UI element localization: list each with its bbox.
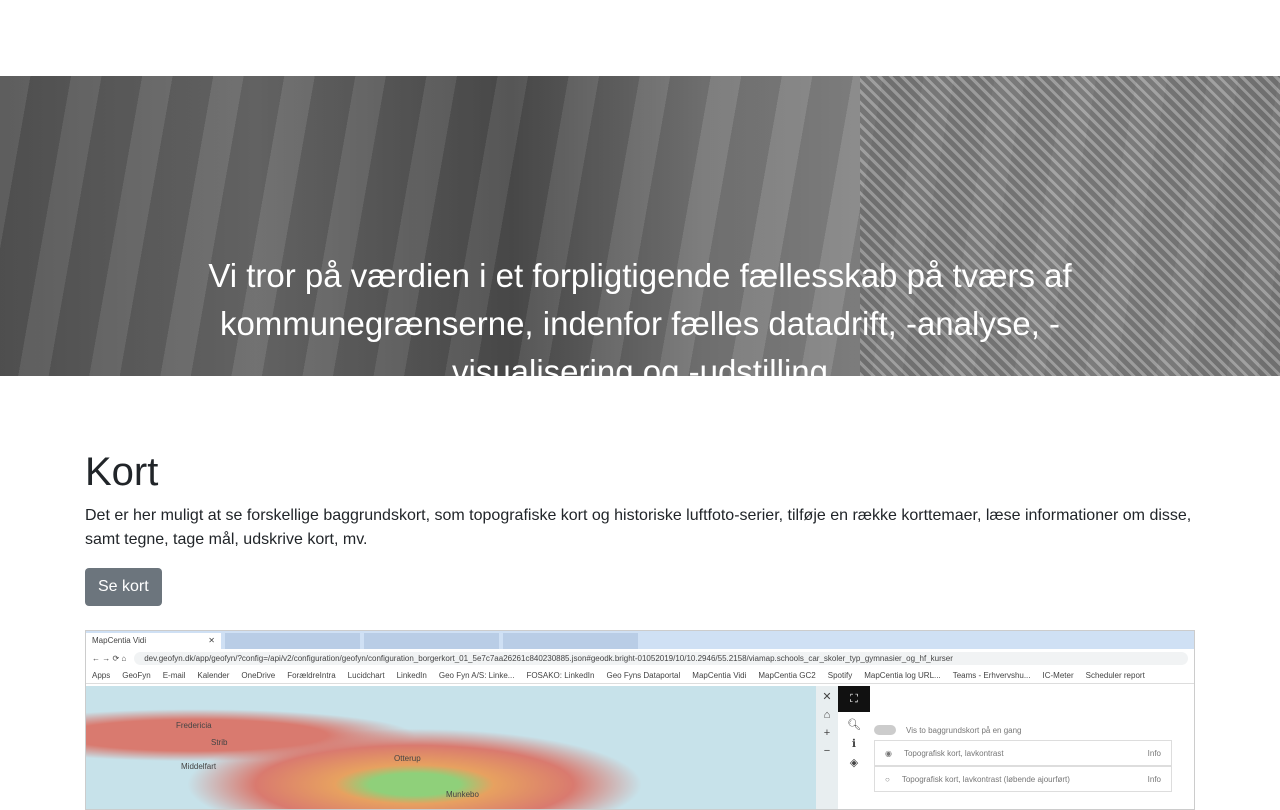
bookmark: Apps [92,670,111,680]
layer-name: Topografisk kort, lavkontrast [903,748,1004,758]
bookmarks-bar: Apps GeoFyn E-mail Kalender OneDrive For… [86,667,1194,684]
hero-banner: Vi tror på værdien i et forpligtigende f… [0,76,1280,376]
bookmark: OneDrive [241,670,276,680]
radio-checked-icon: ◉ [885,748,892,758]
hero-text: Vi tror på værdien i et forpligtigende f… [208,257,1072,376]
home-icon: ⌂ [823,709,831,721]
layer-row: ◉ Topografisk kort, lavkontrast Info [874,740,1172,766]
browser-tab-blurred [503,633,638,649]
close-icon: ✕ [208,636,215,645]
address-bar: dev.geofyn.dk/app/geofyn/?config=/api/v2… [134,651,1188,665]
zoom-in-icon: + [823,727,831,739]
bookmark: IC-Meter [1042,670,1074,680]
top-navbar [0,0,1280,76]
fullscreen-icon: ⛶ [838,686,870,712]
bookmark: Spotify [827,670,853,680]
section-description: Det er her muligt at se forskellige bagg… [85,507,1192,548]
layer-row: ○ Topografisk kort, lavkontrast (løbende … [874,766,1172,792]
bookmark: Kalender [197,670,230,680]
bookmark: Geo Fyns Dataportal [606,670,681,680]
map-label: Munkebo [446,790,479,799]
tab-title: MapCentia Vidi [92,636,147,645]
layers-icon: ◈ [849,757,859,769]
bookmark: LinkedIn [396,670,427,680]
bookmark: Geo Fyn A/S: Linke... [438,670,515,680]
bookmark: MapCentia Vidi [692,670,747,680]
bookmark: Teams - Erhvervshu... [952,670,1031,680]
close-icon: ✕ [822,691,832,703]
bookmark: Scheduler report [1085,670,1145,680]
map-sidebar-icons: ⛶ 🔍︎ ℹ ◈ [838,686,870,809]
search-icon: 🔍︎ [847,719,861,731]
toggle-label: Vis to baggrundskort på en gang [906,725,1022,735]
toggle-switch [874,725,896,735]
bookmark: Lucidchart [347,670,385,680]
layer-name: Topografisk kort, lavkontrast (løbende a… [901,774,1070,784]
bookmark: GeoFyn [122,670,151,680]
map-area: Fredericia Strib Middelfart Otterup Munk… [86,686,816,809]
radio-icon: ○ [885,774,890,784]
layer-info: Info [1147,748,1161,758]
bookmark: MapCentia GC2 [758,670,816,680]
nav-arrows-icon: ← → ⟳ ⌂ [92,653,127,663]
map-screenshot: MapCentia Vidi ✕ ← → ⟳ ⌂ dev.geofyn.dk/ap… [85,630,1195,810]
map-label: Middelfart [181,762,217,771]
layer-info: Info [1147,774,1161,784]
bookmark: E-mail [162,670,186,680]
browser-tab: MapCentia Vidi ✕ [86,633,221,649]
bookmark: FOSAKO: LinkedIn [526,670,595,680]
map-label: Otterup [394,754,421,763]
map-label: Strib [211,738,228,747]
section-title: Kort [85,450,159,494]
bookmark: MapCentia log URL... [864,670,941,680]
browser-tab-blurred [364,633,499,649]
zoom-out-icon: − [823,745,831,757]
layer-panel: Vis to baggrundskort på en gang ◉ Topogra… [870,686,1194,809]
browser-tab-blurred [225,633,360,649]
info-icon: ℹ [851,738,857,750]
map-label: Fredericia [176,721,212,730]
map-controls: ✕ ⌂ + − [816,686,838,809]
see-map-button[interactable]: Se kort [85,568,162,606]
bookmark: ForældreIntra [287,670,336,680]
